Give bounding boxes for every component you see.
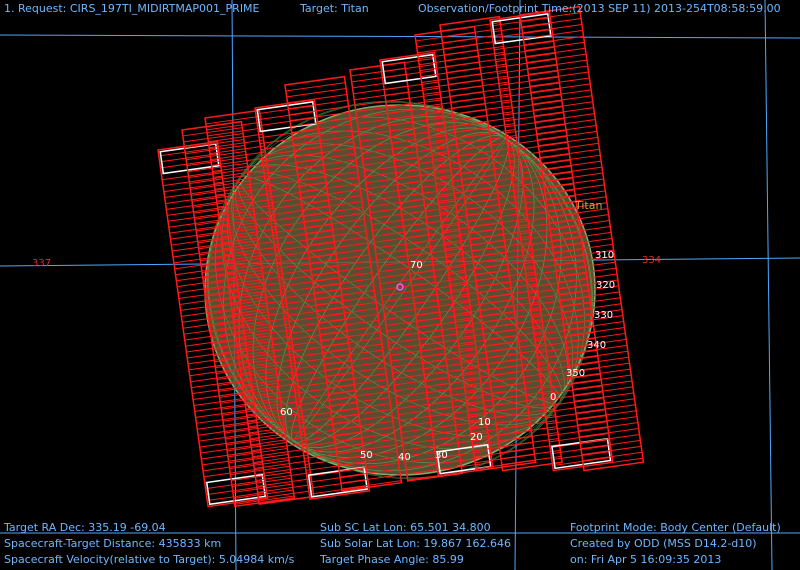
observation-time: Observation/Footprint Time:(2013 SEP 11)…: [418, 2, 781, 15]
grid-label: 310: [595, 250, 614, 261]
grid-label: 60: [280, 407, 293, 418]
grid-label: 30: [435, 450, 448, 461]
grid-label: 50: [360, 450, 373, 461]
grid-label: 350: [566, 368, 585, 379]
target-name: Target: Titan: [300, 2, 369, 15]
footprint-mode: Footprint Mode: Body Center (Default): [570, 521, 781, 534]
ra-label-left: 337: [32, 258, 51, 269]
grid-label: 40: [398, 452, 411, 463]
phase-angle: Target Phase Angle: 85.99: [320, 553, 464, 566]
footprint-viewport: 337 334 Titan 310 320 330 340 350 0 10 20 30 40 50…: [0, 0, 800, 570]
grid-label: 0: [550, 392, 556, 403]
created-by: Created by ODD (MSS D14.2-d10): [570, 537, 757, 550]
target-ra-dec: Target RA Dec: 335.19 -69.04: [4, 521, 166, 534]
spacecraft-distance: Spacecraft-Target Distance: 435833 km: [4, 537, 222, 550]
target-label: Titan: [574, 199, 602, 212]
grid-label: 330: [594, 310, 613, 321]
sub-sc-lat-lon: Sub SC Lat Lon: 65.501 34.800: [320, 521, 491, 534]
request-label: 1. Request: CIRS_197TI_MIDIRTMAP001_PRIM…: [4, 2, 260, 15]
footer-middle: Sub SC Lat Lon: 65.501 34.800 Sub Solar …: [320, 520, 511, 568]
ra-label-right: 334: [642, 255, 661, 266]
footer-right: Footprint Mode: Body Center (Default) Cr…: [570, 520, 781, 568]
grid-label: 320: [596, 280, 615, 291]
sub-solar-lat-lon: Sub Solar Lat Lon: 19.867 162.646: [320, 537, 511, 550]
footprint-strips: [157, 5, 645, 508]
grid-label: 340: [587, 340, 606, 351]
grid-label: 70: [410, 260, 423, 271]
grid-label: 20: [470, 432, 483, 443]
grid-label: 10: [478, 417, 491, 428]
spacecraft-velocity: Spacecraft Velocity(relative to Target):…: [4, 553, 295, 566]
footer-left: Target RA Dec: 335.19 -69.04 Spacecraft-…: [4, 520, 294, 568]
created-on: on: Fri Apr 5 16:09:35 2013: [570, 553, 722, 566]
